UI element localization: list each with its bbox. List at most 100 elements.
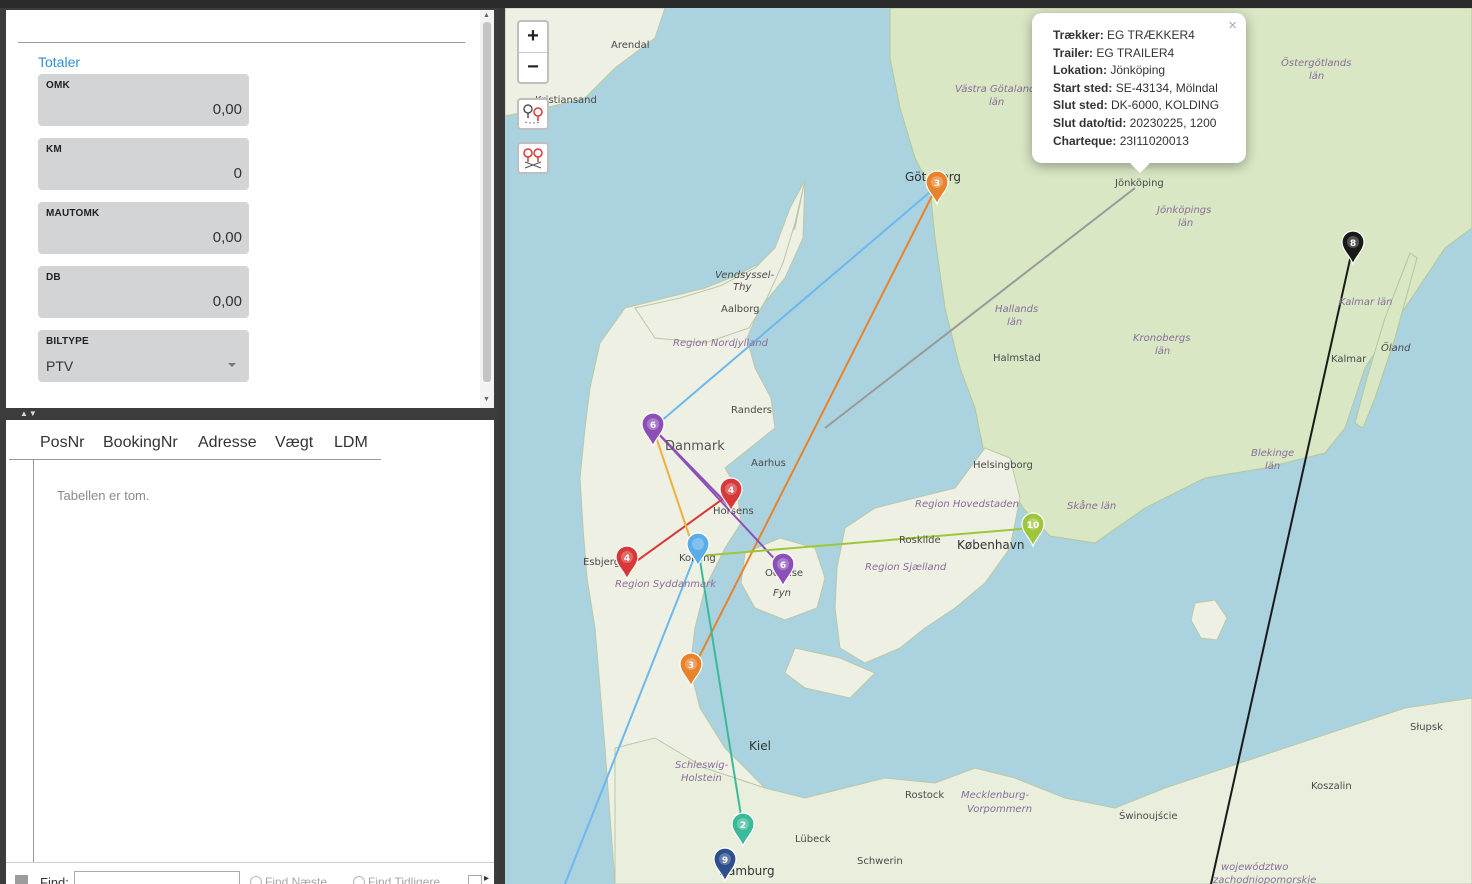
place-label-zachodniopomorskie: zachodniopomorskie — [1212, 875, 1316, 884]
popup-row-charteque: Charteque: 23I11020013 — [1053, 133, 1246, 151]
place-label-holstein: Holstein — [681, 773, 722, 784]
place-label-schleswig: Schleswig- — [675, 760, 729, 771]
popup-value: Jönköping — [1110, 63, 1166, 78]
km-label: KM — [46, 144, 62, 155]
place-label-blekinge-2: län — [1265, 461, 1280, 472]
place-label-halmstad: Halmstad — [993, 353, 1041, 364]
zoom-in-button[interactable]: + — [519, 22, 547, 52]
find-previous-button[interactable]: Find Tidligere — [353, 875, 440, 884]
place-label-oland: Öland — [1381, 341, 1411, 354]
place-label-schwerin: Schwerin — [857, 856, 903, 867]
place-label-helsingborg: Helsingborg — [973, 460, 1033, 471]
land-masses — [505, 8, 1472, 884]
place-label-fyn: Fyn — [773, 588, 791, 599]
divider — [18, 42, 465, 43]
map-canvas[interactable]: Arendal Kristiansand Västra Götalands lä… — [505, 8, 1472, 884]
find-input[interactable] — [74, 871, 240, 884]
place-label-slupsk: Słupsk — [1410, 722, 1443, 733]
place-label-hallands-2: län — [1007, 317, 1022, 328]
popup-value: 23I11020013 — [1119, 133, 1189, 148]
marker-label: 2 — [740, 821, 746, 831]
place-label-ostergotlands-2: län — [1309, 71, 1324, 82]
column-header-posnr[interactable]: PosNr — [40, 434, 84, 452]
find-toggle-checkbox[interactable] — [15, 875, 28, 884]
popup-key: Slut sted: — [1053, 98, 1108, 113]
marker-label: 8 — [1350, 239, 1356, 249]
show-route-points-button[interactable] — [517, 98, 549, 130]
zoom-out-button[interactable]: − — [519, 52, 547, 82]
place-label-kalmar: Kalmar — [1331, 354, 1367, 365]
close-icon[interactable]: × — [1228, 17, 1237, 34]
clear-route-points-button[interactable] — [517, 142, 549, 174]
popup-row-slut-sted: Slut sted: DK-6000, KOLDING — [1053, 97, 1246, 115]
find-label: Find: — [40, 875, 69, 884]
pane-splitter-handle[interactable]: ▲▼ — [20, 409, 38, 418]
place-label-kobenhavn: København — [957, 538, 1024, 552]
marker-label: 4 — [728, 486, 734, 496]
scroll-up-icon[interactable]: ▲ — [483, 12, 490, 19]
place-label-jonkopings-lan: Jönköpings — [1155, 205, 1211, 216]
popup-row-traekker: Trækker: EG TRÆKKER4 — [1053, 27, 1246, 45]
mautomk-value: 0,00 — [212, 229, 242, 246]
scrollbar-thumb[interactable] — [483, 22, 491, 382]
column-header-bookingnr[interactable]: BookingNr — [103, 434, 178, 452]
place-label-swinoujscie: Świnoujście — [1119, 809, 1178, 822]
search-icon — [353, 876, 365, 884]
popup-tip — [1130, 163, 1150, 173]
totals-title: Totaler — [38, 54, 81, 70]
place-label-kalmar-lan: Kalmar län — [1339, 297, 1393, 308]
map-view[interactable]: Arendal Kristiansand Västra Götalands lä… — [505, 8, 1472, 884]
mautomk-field[interactable]: MAUTOMK 0,00 — [38, 202, 249, 254]
marker-label: 6 — [780, 561, 786, 571]
route-points-clear-icon — [523, 148, 543, 169]
scroll-down-icon[interactable]: ▼ — [483, 396, 490, 403]
route-points-icon — [523, 104, 543, 124]
place-label-region-hovedstaden: Region Hovedstaden — [915, 499, 1019, 510]
place-label-mecklenburg: Mecklenburg- — [961, 790, 1029, 801]
popup-key: Trailer: — [1053, 45, 1094, 60]
place-label-vastra-gotaland-2: län — [989, 97, 1004, 108]
popup-value: EG TRÆKKER4 — [1107, 28, 1195, 42]
search-icon — [250, 876, 262, 884]
biltype-select[interactable]: BILTYPE PTV — [38, 330, 249, 382]
map-marker-pin[interactable]: 10 — [1021, 512, 1045, 548]
column-header-ldm[interactable]: LDM — [334, 434, 368, 452]
popup-key: Trækker: — [1053, 28, 1104, 42]
window-top-bar — [0, 0, 1472, 8]
place-label-region-syddanmark: Region Syddanmark — [615, 579, 717, 590]
place-label-region-sjaelland: Region Sjælland — [865, 562, 947, 573]
expand-arrow-icon[interactable]: ▸ — [484, 873, 489, 884]
marker-inner-circle — [692, 538, 704, 550]
left-pane: Totaler OMK 0,00 KM 0 MAUTOMK 0,00 DB 0,… — [0, 8, 498, 884]
place-label-aarhus: Aarhus — [751, 458, 786, 469]
marker-label: 4 — [624, 554, 630, 564]
km-field[interactable]: KM 0 — [38, 138, 249, 190]
place-label-hallands: Hallands — [995, 304, 1038, 315]
place-label-vorpommern: Vorpommern — [967, 804, 1032, 815]
totals-panel: Totaler OMK 0,00 KM 0 MAUTOMK 0,00 DB 0,… — [6, 10, 494, 408]
place-label-randers: Randers — [731, 405, 772, 416]
place-label-vendsyssel: Vendsyssel- — [715, 270, 775, 281]
biltype-label: BILTYPE — [46, 336, 89, 347]
find-next-label: Find Næste — [265, 875, 328, 884]
popup-row-trailer: Trailer: EG TRAILER4 — [1053, 45, 1246, 63]
zoom-control: + − — [517, 20, 549, 84]
place-label-jonkopings-lan-2: län — [1178, 218, 1193, 229]
place-label-koszalin: Koszalin — [1311, 781, 1352, 792]
column-header-vaegt[interactable]: Vægt — [275, 434, 313, 452]
omk-label: OMK — [46, 80, 70, 91]
find-options-icon[interactable] — [468, 875, 482, 884]
totals-scrollbar[interactable]: ▲ ▼ — [480, 10, 494, 408]
place-label-rostock: Rostock — [905, 790, 944, 801]
column-header-adresse[interactable]: Adresse — [198, 434, 257, 452]
bornholm-land — [1190, 599, 1228, 641]
db-field[interactable]: DB 0,00 — [38, 266, 249, 318]
popup-value: 20230225, 1200 — [1129, 115, 1217, 130]
place-label-horsens: Horsens — [713, 506, 754, 517]
omk-field[interactable]: OMK 0,00 — [38, 74, 249, 126]
find-bar: Find: Find Næste Find Tidligere ▸ — [6, 862, 494, 884]
popup-key: Slut dato/tid: — [1053, 115, 1127, 130]
find-next-button[interactable]: Find Næste — [250, 875, 327, 884]
popup-row-start-sted: Start sted: SE-43134, Mölndal — [1053, 80, 1246, 98]
place-label-skane: Skåne län — [1067, 499, 1116, 512]
